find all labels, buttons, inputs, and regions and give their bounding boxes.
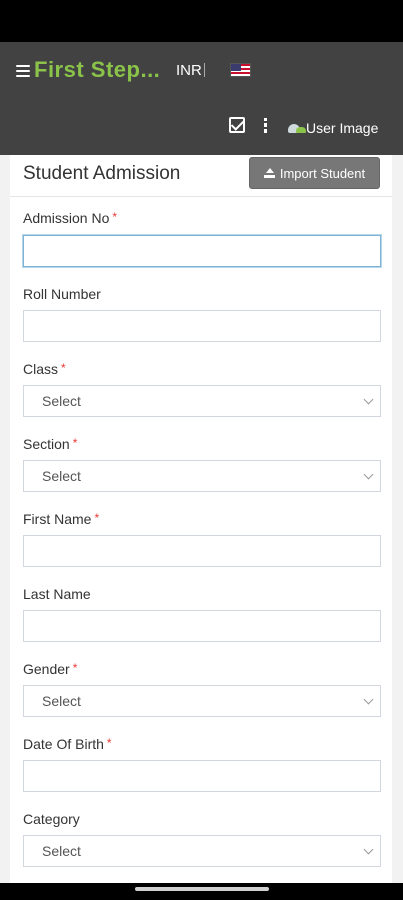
field-label-text: Section <box>23 436 70 452</box>
section-select-value: Select <box>42 468 81 484</box>
currency-selector[interactable]: INR <box>176 62 202 79</box>
required-marker: * <box>112 210 118 224</box>
brand-title[interactable]: First Step... <box>34 57 160 83</box>
chevron-down-icon <box>363 469 374 480</box>
gender-select[interactable]: Select <box>23 685 381 717</box>
field-label-admission-no: Admission No * <box>23 210 117 226</box>
currency-divider <box>204 63 205 77</box>
field-label-category: Category <box>23 811 83 827</box>
field-label-date-of-birth: Date Of Birth * <box>23 736 112 752</box>
required-marker: * <box>106 736 112 750</box>
field-label-text: Category <box>23 811 80 827</box>
admission-no-input[interactable] <box>23 235 381 267</box>
import-student-label: Import Student <box>279 165 366 181</box>
hamburger-menu-icon[interactable] <box>16 65 30 77</box>
last-name-input[interactable] <box>23 610 381 642</box>
chevron-down-icon <box>363 394 374 405</box>
system-navigation-bar <box>0 883 403 900</box>
card-header: Student Admission Import Student <box>10 155 392 197</box>
class-select[interactable]: Select <box>23 385 381 417</box>
first-name-input[interactable] <box>23 535 381 567</box>
section-select[interactable]: Select <box>23 460 381 492</box>
admission-card: Student Admission Import Student Admissi… <box>10 155 392 883</box>
chevron-down-icon <box>363 844 374 855</box>
checkbox-tasks-icon[interactable] <box>229 117 245 133</box>
field-label-class: Class * <box>23 361 66 377</box>
field-label-text: Admission No <box>23 210 110 226</box>
field-label-text: Class <box>23 361 59 377</box>
date-of-birth-input[interactable] <box>23 760 381 792</box>
user-menu[interactable]: User Image <box>288 118 378 138</box>
field-label-text: First Name <box>23 511 92 527</box>
field-label-roll-number: Roll Number <box>23 286 104 302</box>
roll-number-input[interactable] <box>23 310 381 342</box>
field-label-section: Section * <box>23 436 77 452</box>
required-marker: * <box>72 661 78 675</box>
field-label-text: Roll Number <box>23 286 101 302</box>
status-bar <box>0 0 403 42</box>
import-student-button[interactable]: Import Student <box>249 157 380 189</box>
us-flag-icon[interactable] <box>230 63 251 77</box>
category-select[interactable]: Select <box>23 835 381 867</box>
gender-select-value: Select <box>42 693 81 709</box>
broken-image-icon <box>288 122 306 134</box>
field-label-first-name: First Name * <box>23 511 99 527</box>
field-label-gender: Gender * <box>23 661 77 677</box>
field-label-text: Date Of Birth <box>23 736 104 752</box>
main-content: Student Admission Import Student Admissi… <box>0 155 403 883</box>
field-label-last-name: Last Name <box>23 586 94 602</box>
info-icon[interactable] <box>261 118 269 134</box>
category-select-value: Select <box>42 843 81 859</box>
user-image-label: User Image <box>306 120 379 136</box>
page-title: Student Admission <box>23 163 181 184</box>
class-select-value: Select <box>42 393 81 409</box>
required-marker: * <box>94 511 100 525</box>
chevron-down-icon <box>363 694 374 705</box>
upload-icon <box>263 167 275 179</box>
required-marker: * <box>61 361 66 375</box>
field-label-text: Gender <box>23 661 70 677</box>
home-indicator[interactable] <box>135 887 269 891</box>
required-marker: * <box>72 436 78 450</box>
top-navbar: First Step... INR User Image <box>0 42 403 155</box>
field-label-text: Last Name <box>23 586 91 602</box>
navbar-row-main: First Step... INR <box>0 42 403 98</box>
navbar-row-actions: User Image <box>0 112 403 142</box>
